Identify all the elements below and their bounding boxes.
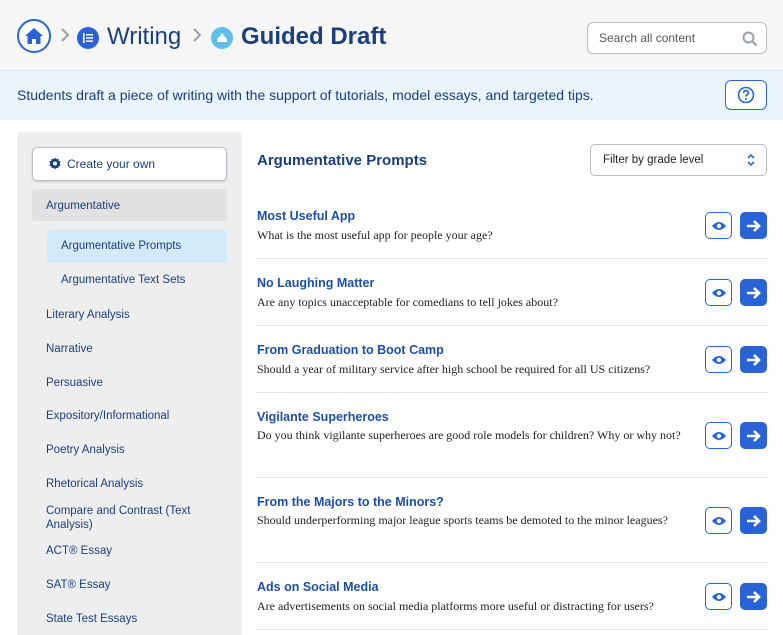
eye-icon [711,431,726,440]
prompt-row: Most Useful App What is the most useful … [257,196,767,259]
search-icon[interactable] [742,31,758,47]
search-box[interactable] [587,22,767,54]
info-banner: Students draft a piece of writing with t… [0,70,783,120]
prompt-row: From the Majors to the Minors? Should un… [257,478,767,563]
arrow-right-icon [746,514,761,527]
prompt-title[interactable]: No Laughing Matter [257,276,374,290]
grade-level-filter[interactable]: Filter by grade level [590,144,767,176]
sidebar-item-act-essay[interactable]: ACT® Essay [32,544,227,558]
preview-button[interactable] [705,279,732,306]
prompt-description: Should a year of military service after … [257,362,651,376]
preview-button[interactable] [705,346,732,373]
sidebar-item-narrative[interactable]: Narrative [32,342,227,356]
start-prompt-button[interactable] [740,212,767,239]
sidebar-item-rhetorical-analysis[interactable]: Rhetorical Analysis [32,477,227,491]
sidebar-item-state-test-essays[interactable]: State Test Essays [32,612,227,626]
start-prompt-button[interactable] [740,422,767,449]
home-icon [25,28,43,44]
sidebar-item-sat-essay[interactable]: SAT® Essay [32,578,227,592]
prompt-row: Vigilante Superheroes Do you think vigil… [257,393,767,478]
sidebar-item-compare-and-contrast[interactable]: Compare and Contrast (Text Analysis) [32,504,212,532]
create-your-own-button[interactable]: Create your own [32,147,227,181]
prompt-description: What is the most useful app for people y… [257,228,493,242]
prompt-description: Are any topics unacceptable for comedian… [257,295,558,309]
eye-icon [711,592,726,601]
arrow-right-icon [746,286,761,299]
prompt-row: No Laughing Matter Are any topics unacce… [257,259,767,326]
home-button[interactable] [17,19,51,53]
prompt-title[interactable]: From Graduation to Boot Camp [257,343,444,357]
sidebar-item-persuasive[interactable]: Persuasive [32,376,227,390]
sidebar-item-argumentative[interactable]: Argumentative [32,189,227,221]
prompt-title[interactable]: From the Majors to the Minors? [257,495,444,509]
sidebar-item-expository-informational[interactable]: Expository/Informational [32,409,227,423]
prompt-row: Ads on Social Media Are advertisements o… [257,563,767,630]
start-prompt-button[interactable] [740,583,767,610]
start-prompt-button[interactable] [740,346,767,373]
select-arrows-icon [747,153,755,167]
eye-icon [711,221,726,230]
section-title: Argumentative Prompts [257,152,428,169]
arrow-right-icon [746,219,761,232]
preview-button[interactable] [705,583,732,610]
start-prompt-button[interactable] [740,279,767,306]
arrow-right-icon [746,353,761,366]
preview-button[interactable] [705,507,732,534]
start-prompt-button[interactable] [740,507,767,534]
page-title: Guided Draft [241,23,387,50]
eye-icon [711,288,726,297]
search-input[interactable] [599,31,739,45]
preview-button[interactable] [705,422,732,449]
sidebar-item-poetry-analysis[interactable]: Poetry Analysis [32,443,227,457]
question-circle-icon [737,86,755,104]
writing-list-icon [77,27,99,49]
prompt-description: Do you think vigilante superheroes are g… [257,428,681,442]
eye-icon [711,516,726,525]
create-your-own-label: Create your own [67,157,156,171]
banner-description: Students draft a piece of writing with t… [17,87,594,103]
sidebar-item-literary-analysis[interactable]: Literary Analysis [32,308,227,322]
gear-icon [49,157,61,170]
breadcrumb-writing[interactable]: Writing [107,22,181,52]
prompt-row: From Graduation to Boot Camp Should a ye… [257,326,767,393]
category-sidebar: Create your own Argumentative Argumentat… [17,132,242,635]
grade-level-filter-label: Filter by grade level [603,154,704,166]
top-header: Writing Guided Draft [0,0,783,70]
eye-icon [711,355,726,364]
prompt-title[interactable]: Vigilante Superheroes [257,410,389,424]
arrow-right-icon [746,590,761,603]
preview-button[interactable] [705,212,732,239]
sidebar-item-argumentative-prompts[interactable]: Argumentative Prompts [47,230,227,263]
prompt-title[interactable]: Ads on Social Media [257,580,379,594]
help-button[interactable] [725,80,767,110]
sidebar-item-argumentative-text-sets[interactable]: Argumentative Text Sets [47,274,227,286]
prompt-title[interactable]: Most Useful App [257,209,355,223]
arrow-right-icon [746,429,761,442]
chevron-right-icon [193,28,202,42]
guided-draft-icon [211,27,233,49]
prompt-description: Are advertisements on social media platf… [257,599,654,613]
prompt-description: Should underperforming major league spor… [257,513,668,527]
chevron-right-icon [61,28,70,42]
